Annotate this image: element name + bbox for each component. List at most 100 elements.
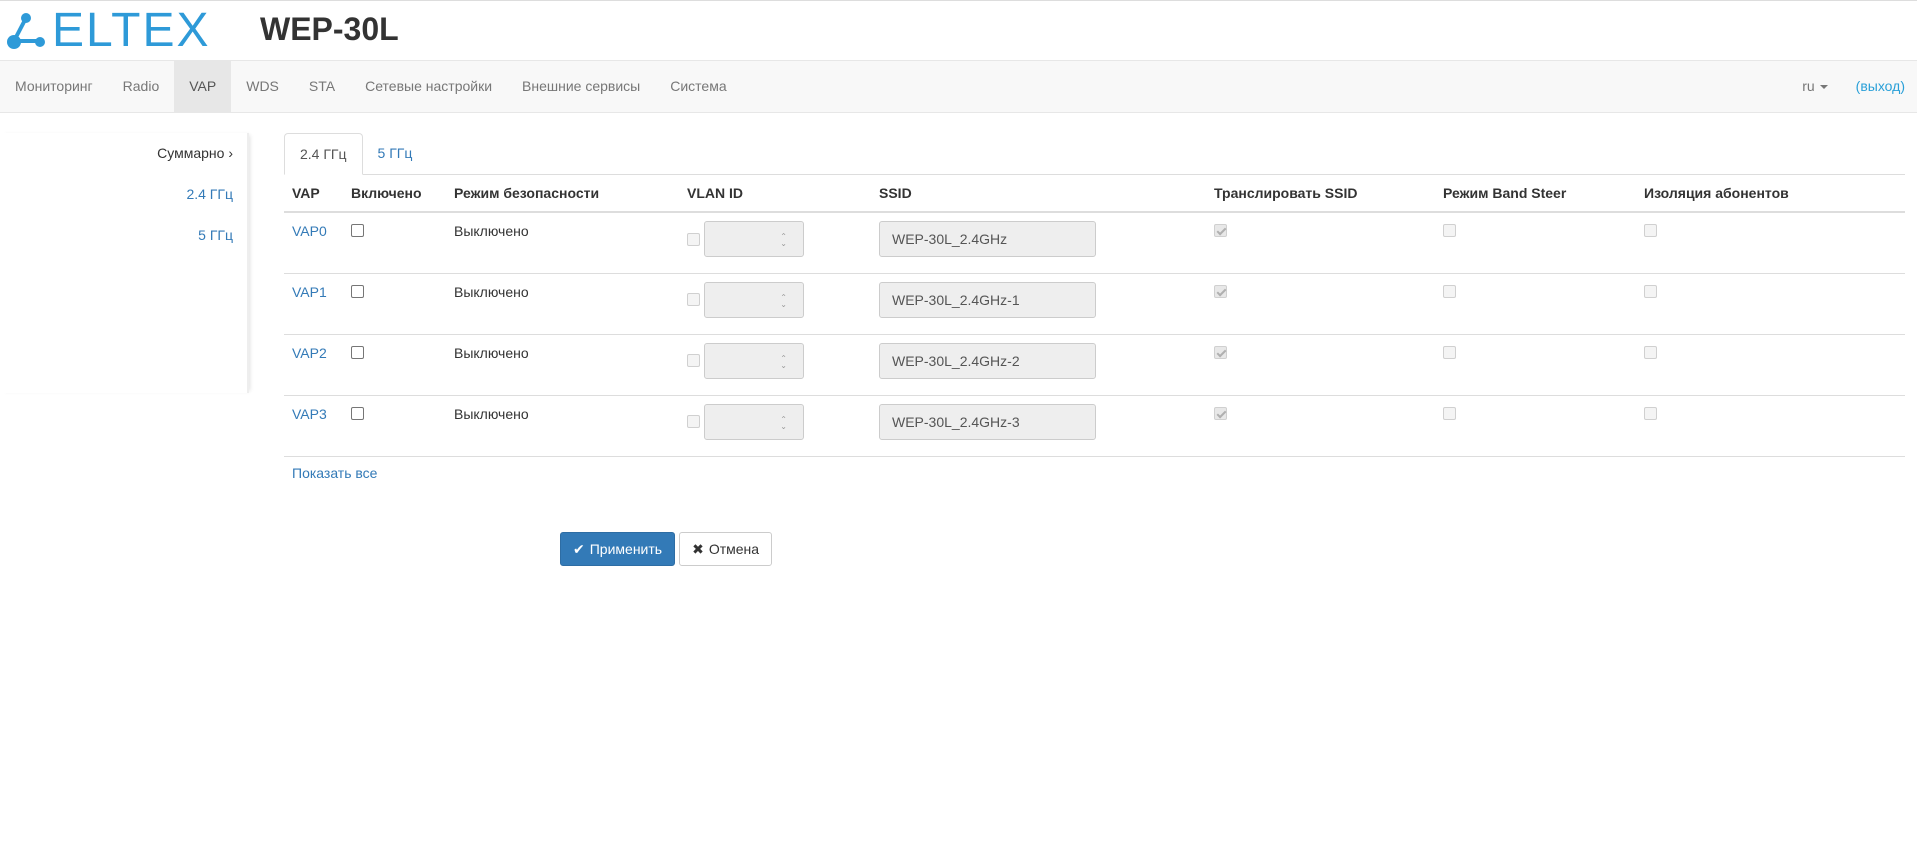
vlan-wrap: ⌃ ⌄ xyxy=(687,403,863,440)
nav-radio[interactable]: Radio xyxy=(108,61,175,112)
vap-link[interactable]: VAP3 xyxy=(292,406,327,422)
main-content: 2.4 ГГц 5 ГГц VAP Включено Режим безопас… xyxy=(284,133,1905,481)
language-label: ru xyxy=(1802,78,1815,94)
eltex-logo-icon xyxy=(7,13,45,49)
broadcast-cell xyxy=(1206,273,1435,335)
sidebar-item-5ghz: 5 ГГц xyxy=(0,215,247,256)
vlan-stepper: ⌃ ⌄ xyxy=(704,403,804,440)
tab-2-4ghz[interactable]: 2.4 ГГц xyxy=(284,133,363,175)
top-navbar: Мониторинг Radio VAP WDS STA Сетевые нас… xyxy=(0,60,1917,113)
ssid-cell: WEP-30L_2.4GHz-1 xyxy=(871,273,1206,335)
eltex-logo[interactable]: ELTEX xyxy=(6,4,211,57)
broadcast-cell xyxy=(1206,395,1435,457)
vap-table: VAP Включено Режим безопасности VLAN ID … xyxy=(284,175,1905,457)
nav-vap[interactable]: VAP xyxy=(174,61,232,112)
nav-network-settings[interactable]: Сетевые настройки xyxy=(350,61,507,112)
header-vlan: VLAN ID xyxy=(679,175,871,213)
nav-external-services[interactable]: Внешние сервисы xyxy=(507,61,655,112)
vlan-wrap: ⌃ ⌄ xyxy=(687,342,863,379)
sidebar-item-summary[interactable]: Суммарно › xyxy=(0,133,247,174)
nav-wds[interactable]: WDS xyxy=(231,61,294,112)
vlan-stepper: ⌃ ⌄ xyxy=(704,221,804,257)
isolation-checkbox xyxy=(1644,345,1657,359)
band-tabs: 2.4 ГГц 5 ГГц xyxy=(284,133,1905,175)
vlan-checkbox xyxy=(687,293,700,306)
vap-link[interactable]: VAP0 xyxy=(292,223,327,239)
enabled-checkbox[interactable] xyxy=(351,406,364,420)
cancel-label: Отмена xyxy=(708,541,760,557)
security-cell: Выключено xyxy=(446,334,679,396)
logout-link[interactable]: (выход) xyxy=(1856,61,1905,112)
band-steer-checkbox xyxy=(1443,284,1456,298)
band-steer-cell xyxy=(1435,334,1636,396)
header-ssid: SSID xyxy=(871,175,1206,213)
apply-button[interactable]: ✔ Применить xyxy=(560,532,676,566)
vlan-checkbox xyxy=(687,415,700,428)
band-steer-cell xyxy=(1435,273,1636,335)
stepper-arrows-icon: ⌃ ⌄ xyxy=(780,353,787,370)
nav-sta[interactable]: STA xyxy=(294,61,350,112)
stepper-arrows-icon: ⌃ ⌄ xyxy=(780,414,787,431)
enabled-cell xyxy=(343,395,446,457)
band-steer-cell xyxy=(1435,395,1636,457)
table-header-row: VAP Включено Режим безопасности VLAN ID … xyxy=(284,175,1905,213)
isolation-checkbox xyxy=(1644,406,1657,420)
band-steer-cell xyxy=(1435,212,1636,274)
broadcast-checkbox xyxy=(1214,406,1227,420)
broadcast-cell xyxy=(1206,212,1435,274)
vap-cell: VAP3 xyxy=(284,395,343,457)
vlan-stepper: ⌃ ⌄ xyxy=(704,281,804,318)
enabled-checkbox[interactable] xyxy=(351,284,364,298)
isolation-cell xyxy=(1636,212,1905,274)
security-cell: Выключено xyxy=(446,395,679,457)
isolation-cell xyxy=(1636,273,1905,335)
enabled-checkbox[interactable] xyxy=(351,224,364,237)
table-row: VAP3 Выключено ⌃ ⌄ WEP-30L_2.4GHz-3 xyxy=(284,395,1905,457)
band-steer-checkbox xyxy=(1443,345,1456,359)
band-steer-checkbox xyxy=(1443,406,1456,420)
security-cell: Выключено xyxy=(446,273,679,335)
broadcast-checkbox xyxy=(1214,284,1227,298)
language-dropdown[interactable]: ru xyxy=(1802,61,1828,112)
vlan-checkbox xyxy=(687,354,700,367)
close-icon: ✖ xyxy=(692,541,704,557)
form-buttons: ✔ Применить ✖ Отмена xyxy=(560,532,773,566)
header-isolation: Изоляция абонентов xyxy=(1636,175,1905,213)
ssid-field: WEP-30L_2.4GHz-2 xyxy=(879,342,1096,379)
sidebar-link-5ghz[interactable]: 5 ГГц xyxy=(198,227,233,243)
enabled-checkbox[interactable] xyxy=(351,345,364,359)
ssid-field: WEP-30L_2.4GHz xyxy=(879,221,1096,257)
broadcast-cell xyxy=(1206,334,1435,396)
isolation-checkbox xyxy=(1644,284,1657,298)
ssid-field: WEP-30L_2.4GHz-3 xyxy=(879,403,1096,440)
enabled-cell xyxy=(343,212,446,274)
table-row: VAP2 Выключено ⌃ ⌄ WEP-30L_2.4GHz-2 xyxy=(284,334,1905,396)
cancel-button[interactable]: ✖ Отмена xyxy=(679,532,773,566)
header-enabled: Включено xyxy=(343,175,446,213)
logo-text: ELTEX xyxy=(52,4,211,57)
nav-monitoring[interactable]: Мониторинг xyxy=(0,61,108,112)
header-vap: VAP xyxy=(284,175,343,213)
table-row: VAP1 Выключено ⌃ ⌄ WEP-30L_2.4GHz-1 xyxy=(284,273,1905,335)
show-all-link[interactable]: Показать все xyxy=(292,465,1905,481)
enabled-cell xyxy=(343,334,446,396)
nav-system[interactable]: Система xyxy=(655,61,741,112)
broadcast-checkbox xyxy=(1214,345,1227,359)
header-security: Режим безопасности xyxy=(446,175,679,213)
vlan-cell: ⌃ ⌄ xyxy=(679,395,871,457)
vap-link[interactable]: VAP2 xyxy=(292,345,327,361)
tab-5ghz[interactable]: 5 ГГц xyxy=(363,133,428,175)
isolation-cell xyxy=(1636,334,1905,396)
vap-link[interactable]: VAP1 xyxy=(292,284,327,300)
stepper-arrows-icon: ⌃ ⌄ xyxy=(780,292,787,309)
apply-label: Применить xyxy=(589,541,663,557)
vlan-cell: ⌃ ⌄ xyxy=(679,273,871,335)
nav-right: ru (выход) xyxy=(1802,61,1905,112)
sidebar: Суммарно › 2.4 ГГц 5 ГГц xyxy=(0,133,249,393)
stepper-arrows-icon: ⌃ ⌄ xyxy=(780,232,787,248)
sidebar-link-2-4ghz[interactable]: 2.4 ГГц xyxy=(186,186,233,202)
table-row: VAP0 Выключено ⌃ ⌄ WEP-30L_2.4GHz xyxy=(284,212,1905,274)
vap-cell: VAP1 xyxy=(284,273,343,335)
sidebar-item-2-4ghz: 2.4 ГГц xyxy=(0,174,247,215)
vlan-checkbox xyxy=(687,232,700,246)
